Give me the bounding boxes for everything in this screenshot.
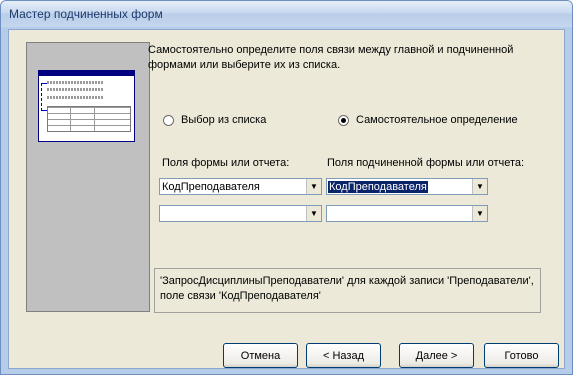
link-summary-text: 'ЗапросДисциплиныПреподаватели' для кажд… <box>154 268 541 313</box>
next-button[interactable]: Далее > <box>399 343 474 368</box>
thumbnail-field-line <box>47 81 103 84</box>
sub-field-combo-2[interactable]: ▼ <box>326 205 488 222</box>
main-field-combo-1[interactable]: КодПреподавателя ▼ <box>159 178 322 195</box>
subform-link-illustration <box>38 70 135 142</box>
wizard-window: Мастер подчиненных форм Самостоятельно о… <box>0 0 573 375</box>
subform-fields-label: Поля подчиненной формы или отчета: <box>327 157 525 169</box>
dropdown-arrow-icon[interactable]: ▼ <box>472 179 487 194</box>
radio-button-icon[interactable] <box>163 114 174 126</box>
radio-define-own-label: Самостоятельное определение <box>356 114 518 126</box>
link-arrow-icon <box>41 83 47 111</box>
window-title: Мастер подчиненных форм <box>9 7 163 21</box>
radio-from-list[interactable]: Выбор из списка <box>163 114 266 126</box>
thumbnail-title-bar <box>39 71 134 76</box>
main-field-combo-2[interactable]: ▼ <box>159 205 322 222</box>
radio-from-list-label: Выбор из списка <box>181 114 267 126</box>
thumbnail-field-line <box>47 96 103 99</box>
dropdown-arrow-icon[interactable]: ▼ <box>306 179 321 194</box>
radio-button-selected-icon[interactable] <box>338 114 349 126</box>
wizard-body: Самостоятельно определите поля связи меж… <box>8 29 565 369</box>
cancel-button[interactable]: Отмена <box>223 343 298 368</box>
finish-button[interactable]: Готово <box>484 343 559 368</box>
sub-field-value: КодПреподавателя <box>328 181 428 193</box>
main-field-value: КодПреподавателя <box>162 181 260 193</box>
instructions-text: Самостоятельно определите поля связи меж… <box>148 44 514 71</box>
radio-define-own[interactable]: Самостоятельное определение <box>338 114 518 126</box>
sub-field-combo-1[interactable]: КодПреподавателя ▼ <box>326 178 488 195</box>
thumbnail-subform-grid <box>47 106 131 132</box>
thumbnail-field-line <box>47 88 103 91</box>
title-bar[interactable]: Мастер подчиненных форм <box>1 1 572 27</box>
dropdown-arrow-icon[interactable]: ▼ <box>472 206 487 221</box>
dropdown-arrow-icon[interactable]: ▼ <box>306 206 321 221</box>
back-button[interactable]: < Назад <box>306 343 381 368</box>
preview-pane <box>26 42 150 312</box>
main-form-fields-label: Поля формы или отчета: <box>162 157 290 169</box>
